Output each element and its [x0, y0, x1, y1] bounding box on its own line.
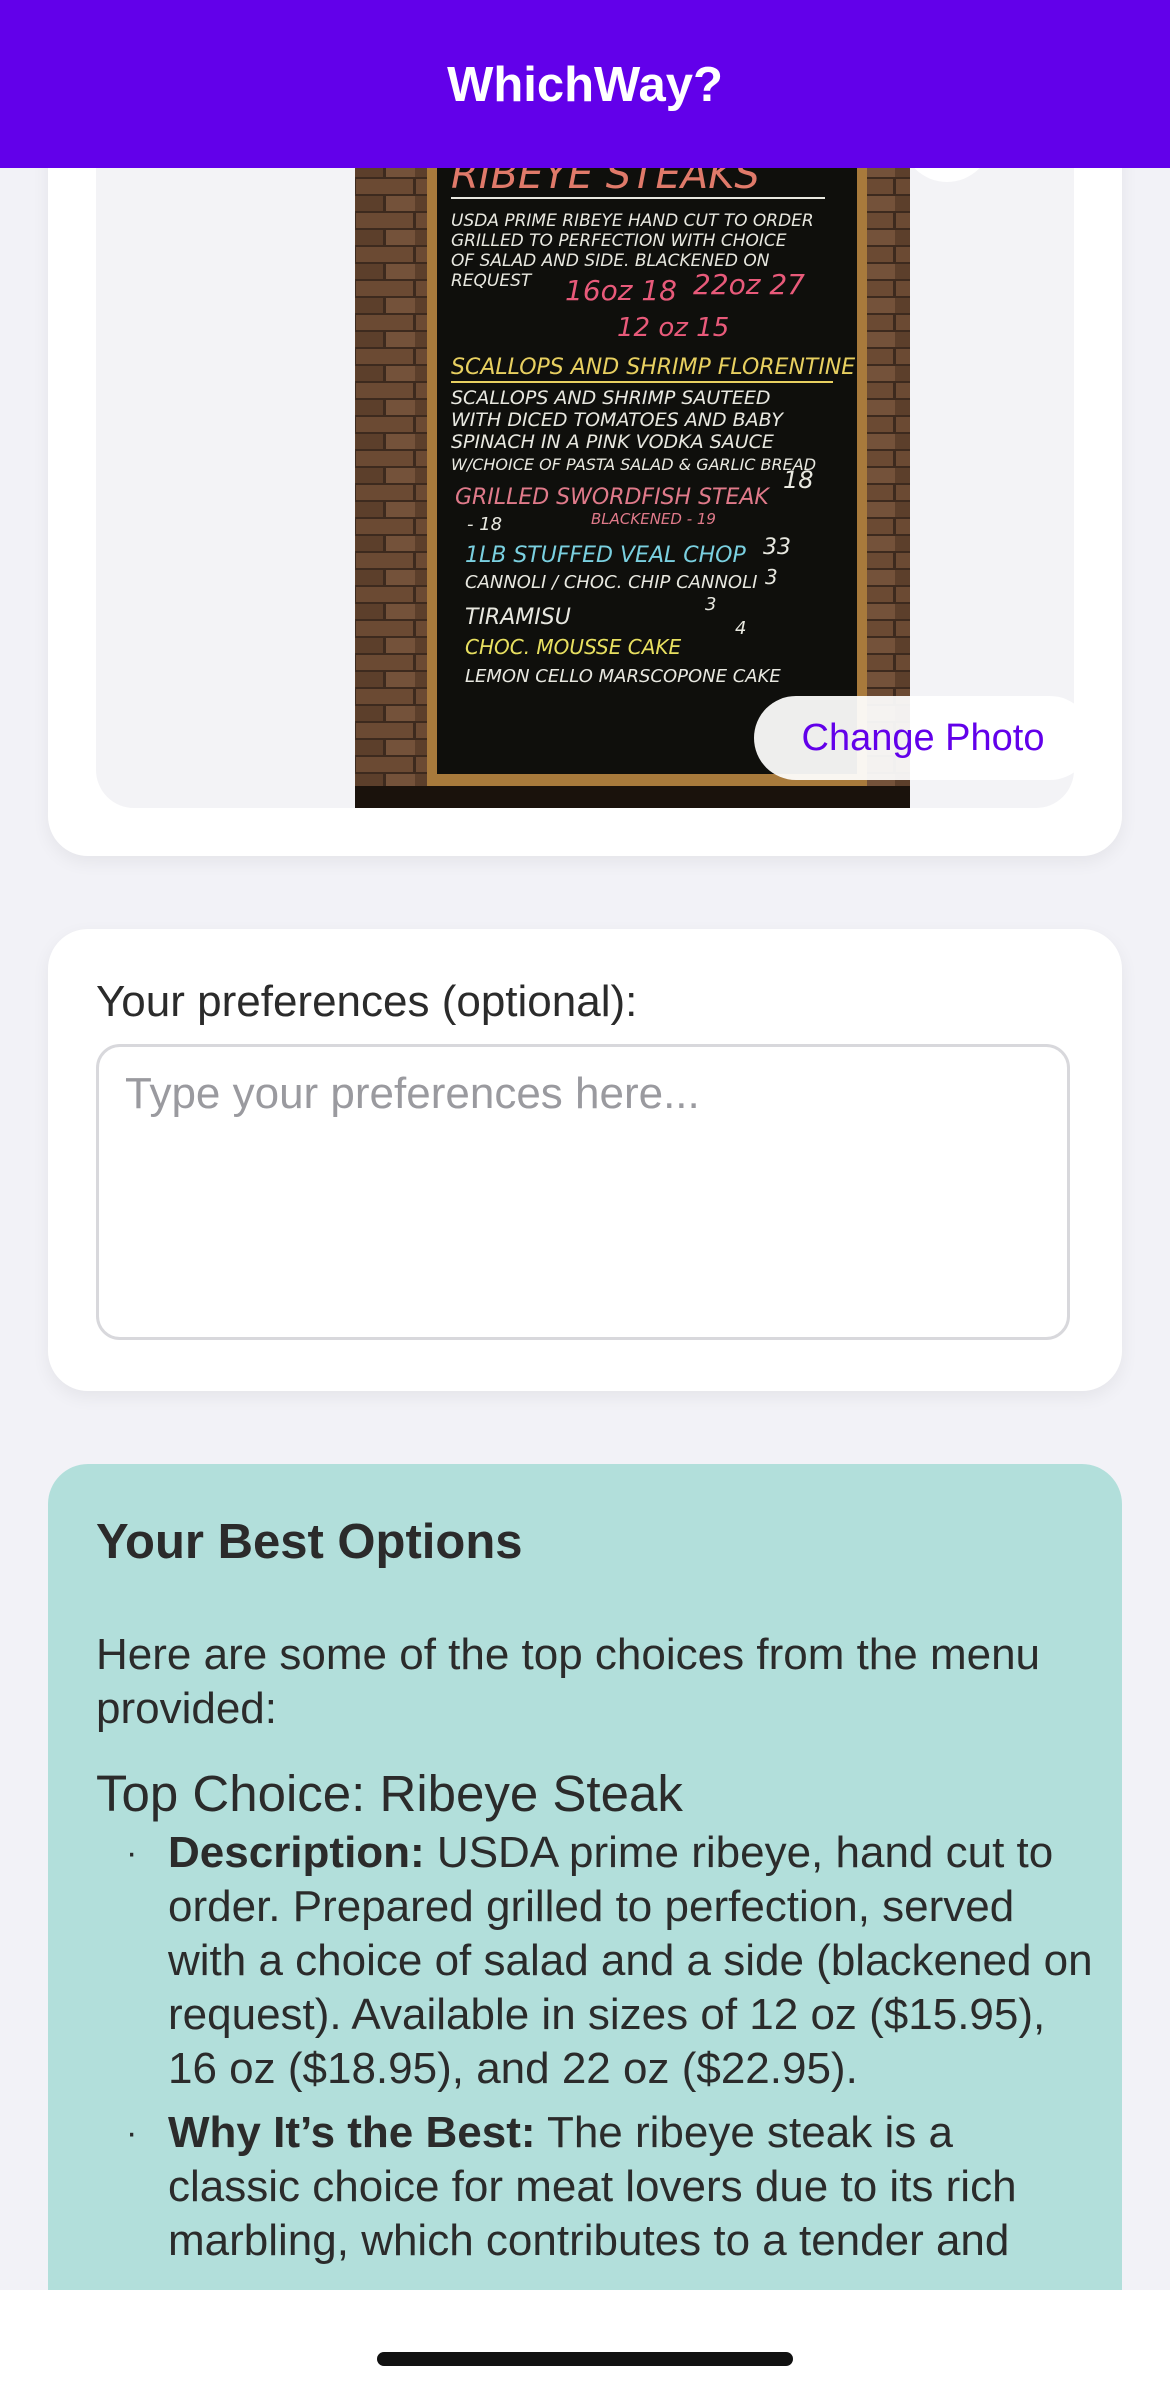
change-photo-button[interactable]: Change Photo [754, 696, 1074, 780]
svg-text:16oz 18: 16oz 18 [565, 274, 677, 307]
svg-text:REQUEST: REQUEST [451, 271, 533, 291]
svg-text:LEMON CELLO MARSCOPONE CAKE: LEMON CELLO MARSCOPONE CAKE [465, 666, 781, 687]
photo-preview-area: CUP SERVED IN FRESH BAKED BREAD CUP BOTH… [96, 110, 1074, 808]
svg-text:1LB STUFFED VEAL CHOP: 1LB STUFFED VEAL CHOP [465, 543, 746, 568]
svg-text:SCALLOPS AND SHRIMP FLORENTINE: SCALLOPS AND SHRIMP FLORENTINE [451, 355, 855, 380]
app-title: WhichWay? [447, 58, 723, 112]
svg-text:4: 4 [735, 618, 746, 639]
preferences-card: Your preferences (optional): [48, 929, 1122, 1391]
svg-text:12 oz 15: 12 oz 15 [617, 313, 729, 343]
svg-text:33: 33 [763, 535, 791, 560]
svg-text:SCALLOPS AND SHRIMP SAUTEED: SCALLOPS AND SHRIMP SAUTEED [451, 387, 771, 409]
bullet-term: Why It’s the Best: [168, 2108, 536, 2157]
bullet-icon: · [126, 1834, 138, 1872]
svg-text:22oz 27: 22oz 27 [693, 268, 805, 301]
list-item: · Why It’s the Best: The ribeye steak is… [96, 2106, 1096, 2268]
svg-text:3: 3 [705, 594, 716, 615]
svg-text:CHOC. MOUSSE CAKE: CHOC. MOUSSE CAKE [465, 635, 681, 659]
preferences-label: Your preferences (optional): [96, 977, 638, 1026]
svg-text:- 18: - 18 [467, 514, 502, 535]
results-title: Your Best Options [96, 1515, 523, 1569]
photo-card: CUP SERVED IN FRESH BAKED BREAD CUP BOTH… [48, 110, 1122, 856]
svg-text:USDA PRIME RIBEYE HAND CUT TO: USDA PRIME RIBEYE HAND CUT TO ORDER [451, 211, 814, 231]
results-card: Your Best Options Here are some of the t… [48, 1464, 1122, 2364]
svg-text:CANNOLI / CHOC. CHIP CANNOLI: CANNOLI / CHOC. CHIP CANNOLI [465, 572, 757, 593]
svg-text:GRILLED SWORDFISH STEAK: GRILLED SWORDFISH STEAK [455, 485, 770, 510]
list-item: · Description: USDA prime ribeye, hand c… [96, 1826, 1096, 2096]
svg-text:WITH DICED TOMATOES AND BABY: WITH DICED TOMATOES AND BABY [451, 409, 784, 431]
results-bullet-list: · Description: USDA prime ribeye, hand c… [96, 1826, 1096, 2278]
svg-text:3: 3 [765, 565, 778, 589]
bullet-icon: · [126, 2114, 138, 2152]
bullet-term: Description: [168, 1828, 425, 1877]
svg-text:TIRAMISU: TIRAMISU [465, 605, 571, 630]
preferences-input[interactable] [96, 1044, 1070, 1340]
svg-text:18: 18 [783, 466, 814, 494]
app-header: WhichWay? [0, 0, 1170, 168]
svg-text:W/CHOICE OF PASTA SALAD & GARL: W/CHOICE OF PASTA SALAD & GARLIC BREAD [451, 455, 816, 474]
home-indicator[interactable] [377, 2352, 793, 2366]
top-choice-heading: Top Choice: Ribeye Steak [96, 1765, 683, 1822]
svg-text:GRILLED TO PERFECTION WITH CHO: GRILLED TO PERFECTION WITH CHOICE [451, 231, 787, 251]
svg-text:BLACKENED - 19: BLACKENED - 19 [591, 510, 716, 528]
home-indicator-area [0, 2290, 1170, 2391]
results-intro: Here are some of the top choices from th… [96, 1630, 1041, 1733]
svg-text:SPINACH IN A PINK VODKA SAUCE: SPINACH IN A PINK VODKA SAUCE [451, 431, 774, 453]
